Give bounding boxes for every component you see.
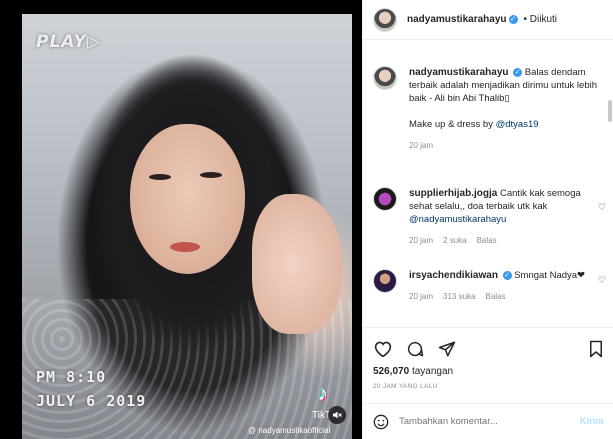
add-comment-bar: Kirim <box>363 403 613 439</box>
like-comment-icon[interactable]: ♡ <box>598 275 606 286</box>
send-button[interactable]: Kirim <box>580 416 604 427</box>
caption-time[interactable]: 20 jam <box>409 139 433 152</box>
emoji-placeholder-icon: ▯ <box>504 93 510 104</box>
caption-item: nadyamustikarahayu ✓ Balas dendam terbai… <box>373 66 599 152</box>
tiktok-watermark-handle: @ nadyamustikaofficial <box>248 426 331 435</box>
osd-date: JULY 6 2019 <box>36 392 147 410</box>
follow-status[interactable]: • Diikuti <box>524 14 558 25</box>
views-label: tayangan <box>411 366 454 377</box>
speaker-muted-icon <box>333 411 342 419</box>
like-comment-icon[interactable]: ♡ <box>598 202 606 213</box>
comment-text: Smngat Nadya❤ <box>514 270 586 281</box>
comment-icon[interactable] <box>405 340 425 358</box>
heart-icon[interactable] <box>373 340 393 358</box>
video-player[interactable]: PLAY▷ PM 8:10 JULY 6 2019 ♪ TikT @ nadya… <box>0 0 362 439</box>
comment-likes[interactable]: 2 suka <box>443 234 467 247</box>
verified-badge-icon: ✓ <box>508 15 518 24</box>
mention-link[interactable]: @nadyamustikarahayu <box>409 214 506 225</box>
hand <box>252 194 342 334</box>
mention-link[interactable]: @dtyas19 <box>496 119 539 130</box>
comment-likes[interactable]: 313 suka <box>443 290 475 303</box>
mute-button[interactable] <box>328 406 346 424</box>
caption-credit: Make up & dress by <box>409 119 496 130</box>
views-number: 526,070 <box>373 366 410 377</box>
eye-left <box>149 174 171 180</box>
verified-badge-icon: ✓ <box>513 67 523 77</box>
scrollbar[interactable] <box>608 100 612 122</box>
caption-username[interactable]: nadyamustikarahayu <box>409 67 509 78</box>
comment-item: irsyachendikiawan ✓ Smngat Nadya❤ 20 jam… <box>373 269 599 303</box>
post-actions: 526,070 tayangan 20 JAM YANG LALU <box>363 327 613 390</box>
osd-time: PM 8:10 <box>36 368 107 386</box>
tiktok-logo-icon: ♪ <box>318 383 328 405</box>
verified-badge-icon: ✓ <box>502 270 512 280</box>
reply-button[interactable]: Balas <box>485 290 505 303</box>
osd-play-label: PLAY▷ <box>36 32 101 52</box>
post-header: nadyamustikarahayu ✓ • Diikuti <box>363 0 613 40</box>
reply-button[interactable]: Balas <box>477 234 497 247</box>
avatar[interactable] <box>373 66 397 90</box>
header-username[interactable]: nadyamustikarahayu <box>407 14 507 25</box>
emoji-icon[interactable] <box>373 414 389 430</box>
view-count[interactable]: 526,070 tayangan <box>373 366 604 377</box>
eye-right <box>200 172 222 178</box>
comment-username[interactable]: supplierhijab.jogja <box>409 188 497 199</box>
comment-time[interactable]: 20 jam <box>409 290 433 303</box>
comment-time[interactable]: 20 jam <box>409 234 433 247</box>
comment-input[interactable] <box>399 416 580 427</box>
comments-list[interactable]: nadyamustikarahayu ✓ Balas dendam terbai… <box>363 40 613 327</box>
comment-item: supplierhijab.jogja Cantik kak semoga se… <box>373 187 599 247</box>
post-side-panel: nadyamustikarahayu ✓ • Diikuti nadyamust… <box>362 0 613 439</box>
bookmark-icon[interactable] <box>588 340 604 358</box>
avatar[interactable] <box>373 187 397 211</box>
avatar[interactable] <box>373 7 397 32</box>
share-icon[interactable] <box>437 340 457 358</box>
avatar[interactable] <box>373 269 397 293</box>
lips <box>170 242 200 252</box>
posted-time[interactable]: 20 JAM YANG LALU <box>373 383 604 390</box>
comment-username[interactable]: irsyachendikiawan <box>409 270 498 281</box>
